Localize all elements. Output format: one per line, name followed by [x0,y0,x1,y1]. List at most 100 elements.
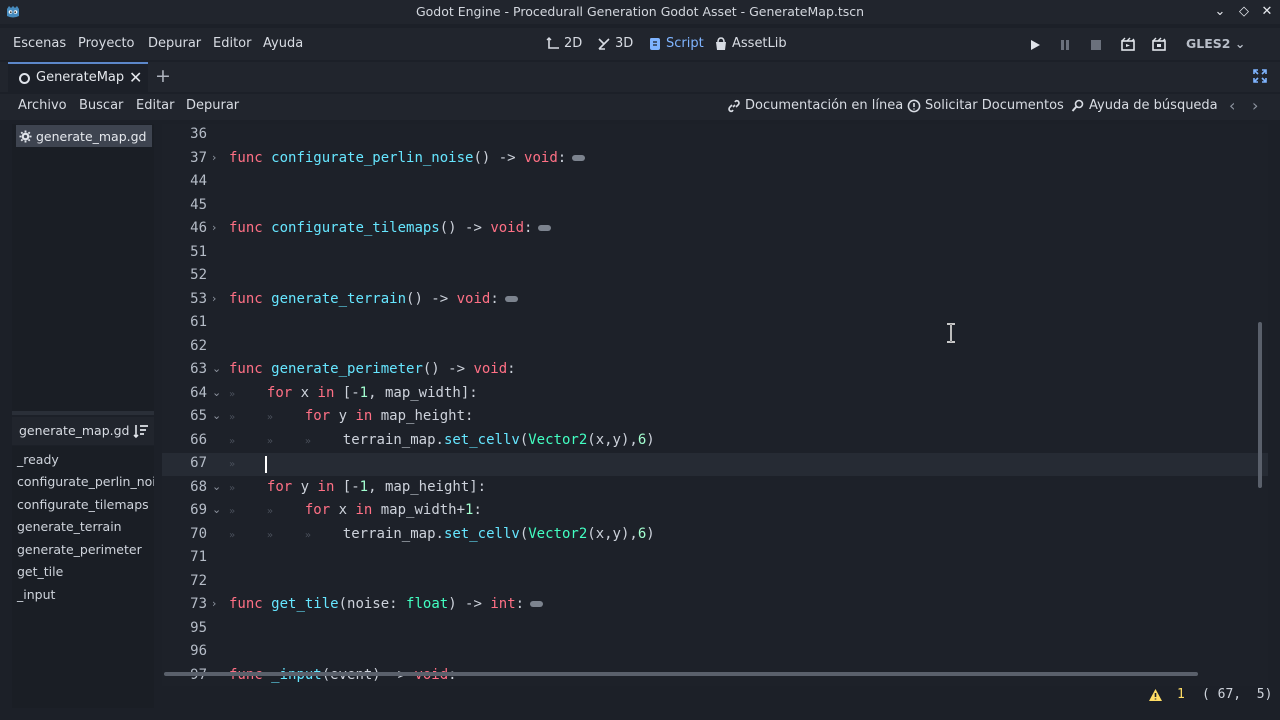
script-menu-buscar[interactable]: Buscar [79,98,123,113]
fold-open-icon[interactable]: ⌄ [212,362,221,375]
code-line[interactable]: 44 [162,171,1268,194]
forward-arrow-icon[interactable]: › [1252,96,1258,115]
code-line[interactable]: 68 ⌄ » for y in [-1, map_height]: [162,477,1268,500]
member-item[interactable]: configurate_tilemaps [17,497,149,512]
text-caret [265,456,267,473]
add-scene-icon[interactable]: + [155,65,171,87]
workspace-assetlib-button[interactable]: AssetLib [714,36,787,51]
fold-closed-icon[interactable]: › [212,151,216,164]
renderer-select[interactable]: GLES2 ⌄ [1186,36,1245,51]
workspace-3d-button[interactable]: 3D [597,36,633,51]
fold-closed-icon[interactable]: › [212,292,216,305]
menu-editor[interactable]: Editor [213,36,251,51]
online-docs-button[interactable]: Documentación en línea [727,98,903,113]
folded-code-icon[interactable] [538,225,552,231]
code-text: for y in map_height: [304,408,474,424]
tab-marker-icon: » [266,412,273,423]
code-line[interactable]: 51 [162,242,1268,265]
code-line[interactable]: 61 [162,312,1268,335]
warning-count[interactable]: 1 [1177,687,1185,702]
sort-icon[interactable] [133,423,149,439]
panel-splitter[interactable] [12,411,154,415]
search-help-button[interactable]: Ayuda de búsqueda [1071,98,1218,113]
editor-status-bar: 1 ( 67, 5) [162,686,1272,708]
line-number: 71 [190,549,207,565]
code-line[interactable]: 69 ⌄ » » for x in map_width+1: [162,500,1268,523]
line-number: 73 [190,596,207,612]
play-custom-scene-icon[interactable] [1151,37,1167,53]
script-menu-editar[interactable]: Editar [136,98,175,113]
vertical-scrollbar[interactable] [1258,322,1262,488]
fold-open-icon[interactable]: ⌄ [212,503,221,516]
maximize-icon[interactable]: ◇ [1236,4,1252,20]
menu-ayuda[interactable]: Ayuda [263,36,303,51]
script-file-list: generate_map.gd [12,124,154,411]
code-line[interactable]: 63 ⌄ func generate_perimeter() -> void: [162,359,1268,382]
code-line[interactable]: 71 [162,547,1268,570]
tab-marker-icon: » [266,529,273,541]
member-item[interactable]: _ready [17,452,59,467]
code-line[interactable]: 66 » » » terrain_map.set_cellv(Vector2(x,y),… [162,430,1268,453]
member-item[interactable]: _input [17,587,55,602]
text-cursor-icon [947,323,955,343]
scene-tab-generatemap[interactable]: GenerateMap ✕ [8,62,148,92]
horizontal-scrollbar[interactable] [164,672,1198,676]
folded-code-icon[interactable] [530,601,544,607]
line-number: 96 [190,643,207,659]
line-number: 72 [190,572,207,589]
line-number: 66 [190,431,207,448]
back-arrow-icon[interactable]: ‹ [1229,96,1235,115]
distraction-free-icon[interactable] [1252,68,1268,84]
folded-code-icon[interactable] [572,154,586,161]
code-line[interactable]: 36 [162,124,1268,147]
code-line[interactable]: 73 › func get_tile(noise: float) -> int: [162,594,1268,617]
code-text: func configurate_tilemaps() -> void: [229,220,552,236]
code-line[interactable]: 67 » [162,453,1268,476]
minimize-icon[interactable]: ⌄ [1212,4,1228,20]
workspace-script-button[interactable]: Script [648,36,704,51]
menu-depurar[interactable]: Depurar [148,36,201,51]
member-item[interactable]: get_tile [17,564,63,579]
script-file-item[interactable]: generate_map.gd [16,125,152,147]
warning-icon[interactable] [1148,688,1163,702]
code-text: for x in [-1, map_width]: [266,384,478,401]
menu-proyecto[interactable]: Proyecto [78,36,135,51]
close-window-icon[interactable]: ✕ [1259,4,1275,20]
menu-escenas[interactable]: Escenas [13,36,66,51]
code-line[interactable]: 96 [162,641,1268,664]
code-line[interactable]: 70 » » » terrain_map.set_cellv(Vector2(x,y),… [162,524,1268,547]
code-line[interactable]: 45 [162,195,1268,218]
stop-icon[interactable] [1088,37,1104,53]
line-number: 95 [190,619,207,636]
node-icon [19,73,30,84]
code-line[interactable]: 65 ⌄ » » for y in map_height: [162,406,1268,429]
fold-closed-icon[interactable]: › [212,221,216,234]
code-line[interactable]: 37 › func configurate_perlin_noise() -> vo… [162,148,1268,171]
code-line[interactable]: 52 [162,265,1268,288]
pause-icon[interactable] [1057,37,1073,53]
fold-open-icon[interactable]: ⌄ [212,386,221,399]
script-menu-depurar[interactable]: Depurar [186,98,239,113]
fold-closed-icon[interactable]: › [212,597,216,610]
script-menu-archivo[interactable]: Archivo [18,98,67,113]
member-item[interactable]: configurate_perlin_noise [17,474,154,489]
workspace-2d-button[interactable]: 2D [546,36,582,51]
code-line[interactable]: 72 [162,571,1268,594]
code-editor[interactable]: 36 37 › func configurate_perlin_noise() -> … [162,124,1268,686]
workspace-assetlib-label: AssetLib [732,36,787,51]
fold-open-icon[interactable]: ⌄ [212,480,221,493]
code-line[interactable]: 64 ⌄ » for x in [-1, map_width]: [162,383,1268,406]
play-scene-icon[interactable] [1120,37,1136,53]
member-item[interactable]: generate_terrain [17,519,122,534]
code-line[interactable]: 53 › func generate_terrain() -> void: [162,289,1268,312]
code-line[interactable]: 46 › func configurate_tilemaps() -> void: [162,218,1268,241]
close-tab-icon[interactable]: ✕ [129,68,142,87]
request-docs-button[interactable]: Solicitar Documentos [907,98,1064,113]
play-icon[interactable] [1027,37,1043,53]
fold-open-icon[interactable]: ⌄ [212,409,221,422]
member-item[interactable]: generate_perimeter [17,542,142,557]
script-icon [650,37,660,50]
code-line[interactable]: 62 [162,336,1268,359]
folded-code-icon[interactable] [504,295,518,302]
code-line[interactable]: 95 [162,618,1268,641]
